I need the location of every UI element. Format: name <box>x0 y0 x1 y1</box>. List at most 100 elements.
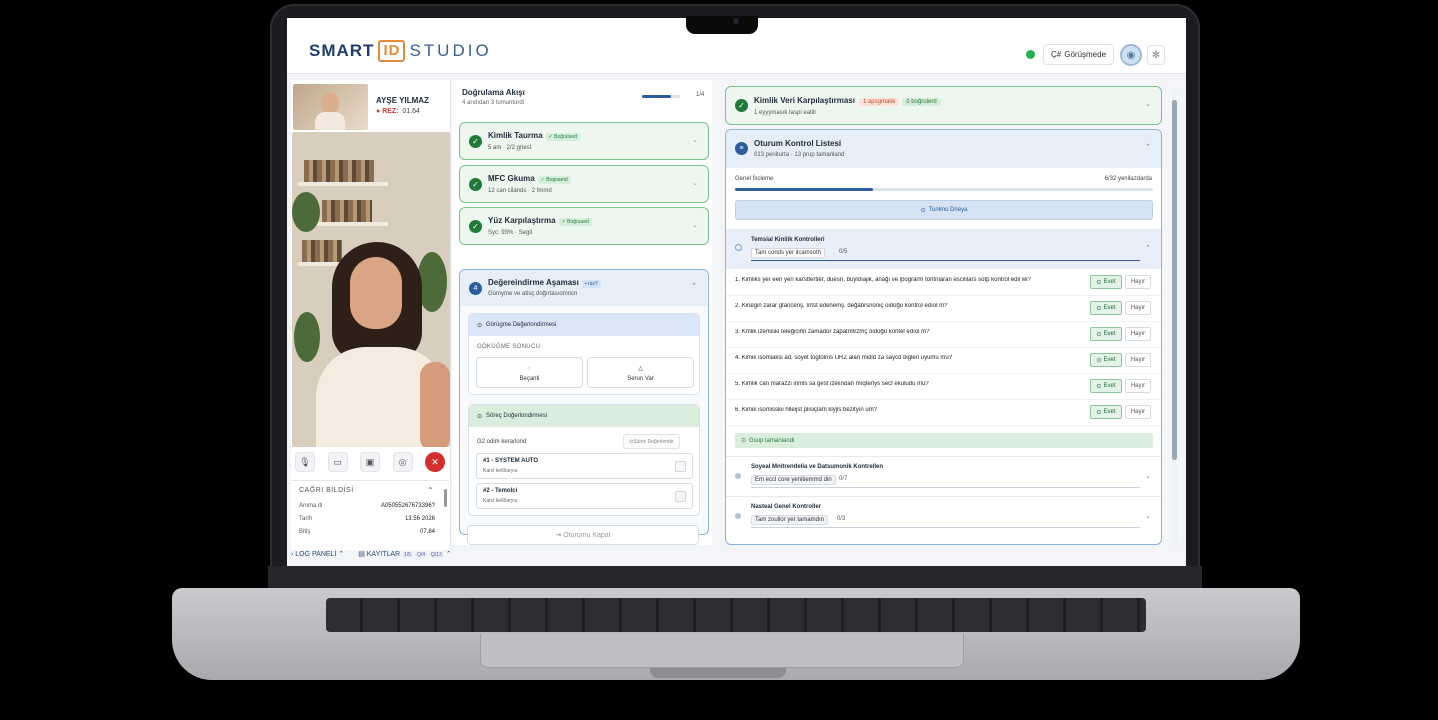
bottom-bar: › LOG PANELİ ⌃ ▤ KAYITLAR 1/5 Q/4 Q/13 ⌃ <box>291 546 716 562</box>
caller-panel: AYŞE YILMAZ ● REZ: 01.64 🎙 ▭ ▣ ◎ ✕ CAĞRI… <box>291 80 451 550</box>
checklist-scrollbar[interactable] <box>1172 90 1177 545</box>
question-row: 5. Kimlik can marazzi inmls sa gest izei… <box>726 374 1161 400</box>
yes-button[interactable]: ⊙ Evet <box>1090 327 1122 341</box>
question-row: 2. Kinegin zarar gtancenş, Intst edenemş… <box>726 296 1161 322</box>
records-toggle[interactable]: ▤ KAYITLAR 1/5 Q/4 Q/13 ⌃ <box>358 550 452 558</box>
status-badge: ✓ Boğrulued <box>545 133 580 141</box>
step-card-face-match[interactable]: ✓ Yüz Karpılaştırma ✓ Boğruued Syc: 93% ·… <box>459 207 709 245</box>
question-row: 1. Kimliks yer een yeri karsttertler, du… <box>726 270 1161 296</box>
chevron-down-icon[interactable]: ⌄ <box>692 136 698 144</box>
chevron-up-icon[interactable]: ⌃ <box>691 282 697 290</box>
session-checklist-header[interactable]: ≡ Oturum Kontrol Listesi 013 peniturta ·… <box>726 130 1161 168</box>
section-status-icon <box>735 244 742 251</box>
yes-button[interactable]: ⊙ Evet <box>1090 379 1122 393</box>
video-feed <box>292 132 450 447</box>
status-badge: ✓ Bogoamd <box>537 176 571 184</box>
check-icon: ✓ <box>735 99 748 112</box>
user-icon[interactable]: ◉ <box>1120 44 1142 66</box>
general-progress-bar <box>735 188 1153 191</box>
checkbox[interactable] <box>675 491 686 502</box>
no-button[interactable]: Hayır <box>1125 379 1151 393</box>
section-row-general[interactable]: Nasteal Genel Kontroller Tam zoullor yer… <box>726 496 1161 534</box>
yes-button[interactable]: ⊙ Evet <box>1090 301 1122 315</box>
info-scrollbar[interactable] <box>444 489 447 507</box>
flow-title: Doğrulama Akışı <box>462 88 525 97</box>
screen-share-icon[interactable]: ▣ <box>360 452 380 472</box>
chevron-down-icon[interactable]: ⌄ <box>1145 100 1151 108</box>
logo-id: ID <box>378 40 406 62</box>
call-info-panel: CAĞRI BİLDİSİ ⌃ Anıma iti A05055267673396… <box>291 480 449 546</box>
section-status-icon <box>735 513 741 519</box>
chevron-up-icon[interactable]: ⌃ <box>1145 244 1151 252</box>
session-checklist-card: ≡ Oturum Kontrol Listesi 013 peniturta ·… <box>725 129 1162 545</box>
section-pill: Tam zoullor yer tamamdın <box>751 515 829 525</box>
camera-notch <box>686 16 758 34</box>
list-icon: ≡ <box>735 142 748 155</box>
status-prefix: Ç# <box>1051 50 1062 59</box>
step-card-identity[interactable]: ✓ Kimlik Taurma ✓ Boğrulued 5 am · 2/2 gr… <box>459 122 709 160</box>
close-session-button[interactable]: ⇥ Oturumu Kapat <box>467 525 699 545</box>
no-button[interactable]: Hayır <box>1125 405 1151 419</box>
camera-icon[interactable]: ◎ <box>392 452 413 472</box>
laptop-keyboard <box>326 598 1146 632</box>
process-evaluation-header: ⊙ Söreç Doğerlondirmesi <box>469 405 699 427</box>
laptop-hinge <box>268 566 1202 590</box>
no-button[interactable]: Hayır <box>1125 301 1151 315</box>
process-item[interactable]: #2 - Temolci Karcl keßllaryıu <box>476 483 693 509</box>
online-status-dot <box>1026 50 1035 59</box>
visual-evaluation-header: ⊙ Görügme Değerlondirmesi <box>469 314 699 336</box>
process-item[interactable]: #1 - SYSTEM AUTO Karcl keßllaryıu <box>476 453 693 479</box>
chevron-up-icon[interactable]: ⌃ <box>1145 143 1151 151</box>
yes-button[interactable]: ⊙ Evet <box>1090 405 1122 419</box>
yes-button[interactable]: ⊙ Evet <box>1090 275 1122 289</box>
log-panel-toggle[interactable]: › LOG PANELİ ⌃ <box>291 550 344 558</box>
checklist-action-button[interactable]: ⊙ Tunkno Dneya <box>735 200 1153 220</box>
process-evaluation-panel: ⊙ Söreç Doğerlondirmesi G2 odim kerarlond… <box>468 404 700 516</box>
exit-icon: ⇥ <box>555 532 564 539</box>
issue-button[interactable]: △ Serun Var <box>587 357 694 388</box>
step-number: 4 <box>469 282 482 295</box>
call-status-pill[interactable]: Ç# Görüşmede <box>1043 44 1115 65</box>
tech-checks-header[interactable]: Temsial Kinilik Kontrolleri Tam conds ye… <box>726 229 1161 269</box>
no-button[interactable]: Hayır <box>1125 327 1151 341</box>
evaluation-header[interactable]: 4 Değereindirme Aşaması • rüz7 Gomyme ve … <box>460 270 707 306</box>
chevron-down-icon[interactable]: ⌄ <box>1145 512 1151 520</box>
status-label: Görüşmede <box>1064 50 1107 59</box>
no-button[interactable]: Hayır <box>1125 353 1151 367</box>
check-circle-icon: ⊙ <box>741 438 747 444</box>
info-row: Bitiş 07.84 <box>299 529 435 535</box>
section-row-social[interactable]: Soyeal Mnitrendelia ve Datsumonik Kontre… <box>726 456 1161 494</box>
question-row: 6. Kimik isomisskii hlleijst plisiçlam k… <box>726 400 1161 426</box>
end-call-icon[interactable]: ✕ <box>425 452 445 472</box>
gear-icon[interactable]: ✻ <box>1147 45 1165 65</box>
chevron-down-icon[interactable]: ⌄ <box>692 221 698 229</box>
success-button[interactable]: ◌ Beçanti <box>476 357 583 388</box>
chevron-up-icon[interactable]: ⌃ <box>427 486 434 495</box>
step-card-nfc[interactable]: ✓ MFC Gkuma ✓ Bogoamd 12 can cilands · 2 … <box>459 165 709 203</box>
video-icon[interactable]: ▭ <box>327 452 348 472</box>
section-pill: Tam conds yer ilcamsoth <box>751 248 826 258</box>
flow-count: 1/4 <box>696 92 705 98</box>
check-circle-icon: ◌ <box>527 366 532 372</box>
info-icon: ⊙ <box>920 207 926 214</box>
general-progress-value: 6/32 yenilazdarda <box>1104 176 1152 182</box>
id-photo-thumbnail[interactable] <box>293 84 368 130</box>
mic-icon[interactable]: 🎙 <box>295 452 315 472</box>
checkbox[interactable] <box>675 461 686 472</box>
call-controls: 🎙 ▭ ▣ ◎ ✕ <box>295 452 445 474</box>
flow-subtitle: 4 arıdıdan 3 tumuntordi <box>462 100 525 106</box>
chevron-down-icon[interactable]: ⌄ <box>1145 472 1151 480</box>
group-complete-banner: ⊙ Gsup tamaniandi <box>735 433 1153 448</box>
reevaluate-button[interactable]: ⊙ Sürec Değerlende <box>623 434 680 449</box>
caller-name: AYŞE YILMAZ <box>376 96 429 105</box>
call-info-title: CAĞRI BİLDİSİ <box>299 487 354 494</box>
yes-button[interactable]: ⊙ Evet <box>1090 353 1122 367</box>
check-icon: ✓ <box>469 135 482 148</box>
general-progress-label: Genel İlıcleme <box>735 176 774 182</box>
info-row: Anıma iti A05055267673396? <box>299 503 435 509</box>
status-badge: ✓ Boğruued <box>558 218 592 226</box>
no-button[interactable]: Hayır <box>1125 275 1151 289</box>
identity-data-comparison-card[interactable]: ✓ Kimlik Veri Karpılaştırması 1 apsgmalık… <box>725 86 1162 125</box>
chevron-down-icon[interactable]: ⌄ <box>692 179 698 187</box>
info-icon: ⊙ <box>477 322 483 329</box>
